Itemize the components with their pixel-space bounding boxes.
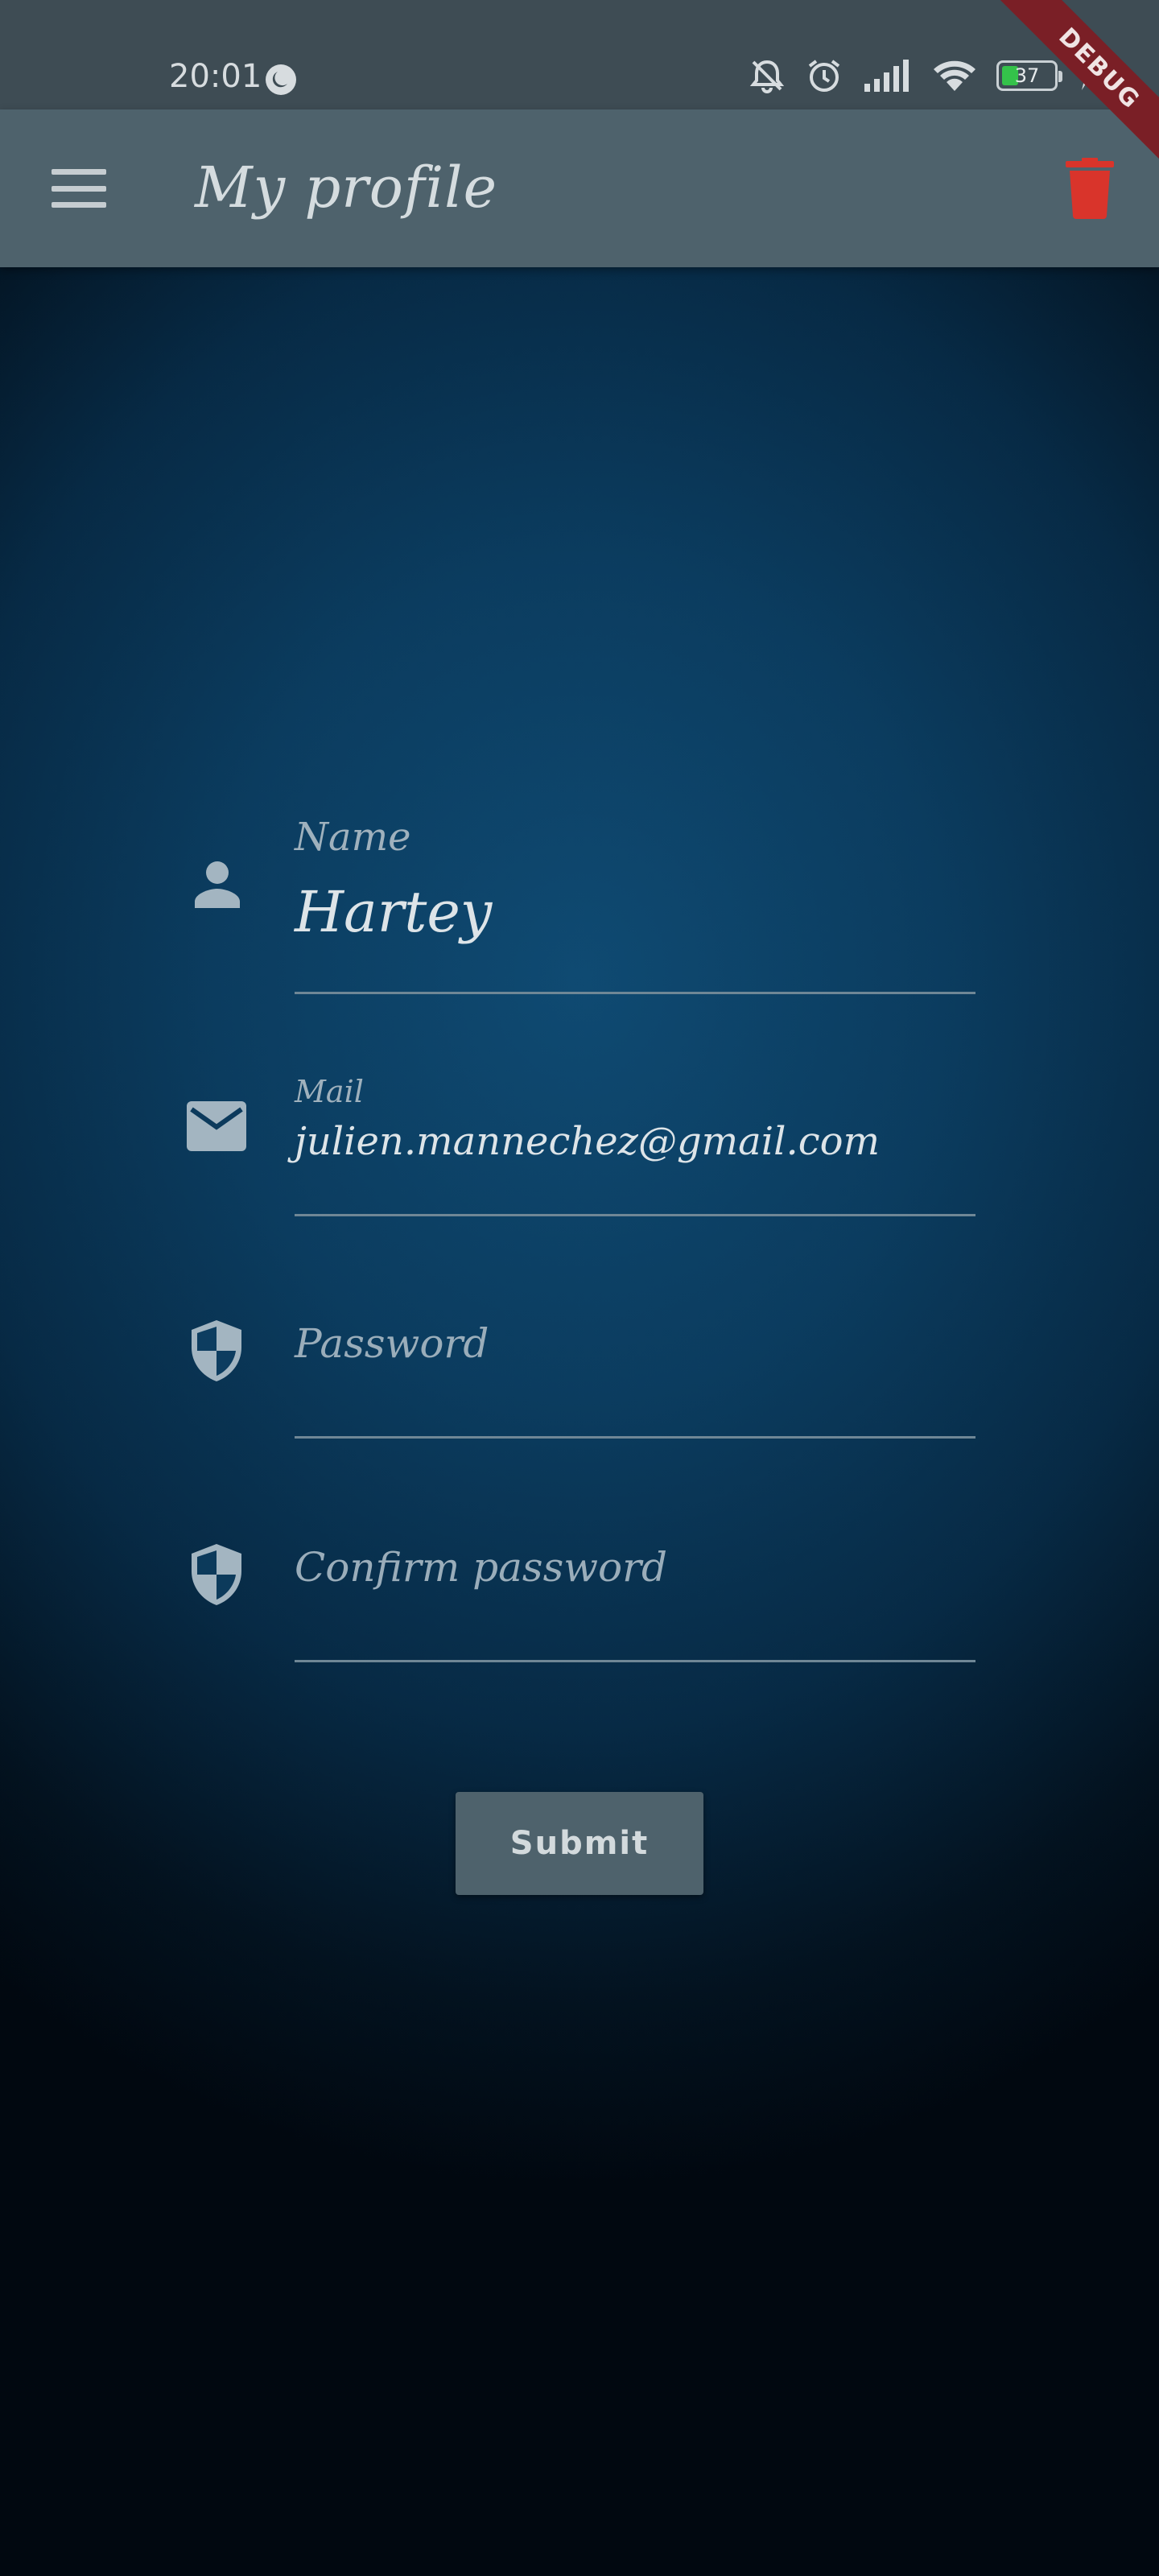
confirm-password-placeholder: Confirm password: [295, 1544, 668, 1591]
confirm-password-underline: [295, 1660, 975, 1662]
mail-icon: [187, 1101, 246, 1151]
confirm-password-field[interactable]: Confirm password: [187, 1528, 975, 1665]
password-placeholder: Password: [295, 1320, 489, 1367]
profile-form: Name Hartey Mail julien.mannechez@gmail.…: [0, 0, 1159, 2576]
password-field[interactable]: Password: [187, 1304, 975, 1441]
password-underline: [295, 1436, 975, 1439]
submit-label: Submit: [509, 1825, 650, 1862]
mail-label: Mail: [295, 1074, 364, 1109]
name-label: Name: [295, 815, 411, 860]
name-value: Hartey: [295, 879, 493, 945]
shield-icon: [192, 1544, 241, 1605]
name-field[interactable]: Name Hartey: [187, 805, 975, 998]
mail-field[interactable]: Mail julien.mannechez@gmail.com: [187, 1071, 975, 1220]
shield-icon: [192, 1320, 241, 1381]
mail-underline: [295, 1214, 975, 1216]
person-icon: [195, 861, 240, 908]
name-underline: [295, 992, 975, 994]
mail-value: julien.mannechez@gmail.com: [295, 1119, 881, 1164]
submit-button[interactable]: Submit: [456, 1792, 703, 1895]
